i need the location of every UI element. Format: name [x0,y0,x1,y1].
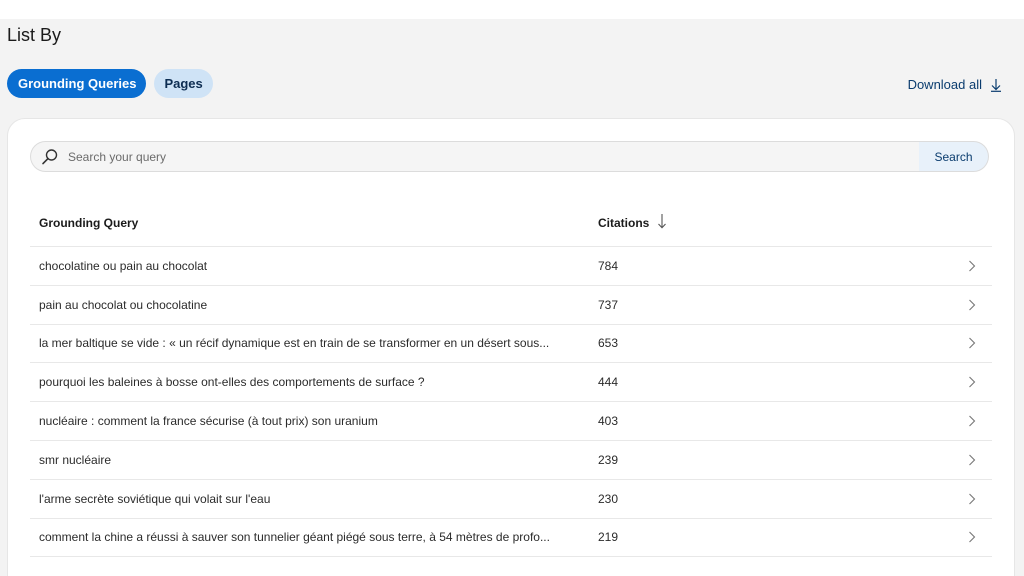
row-citations: 239 [598,452,619,467]
row-query: la mer baltique se vide : « un récif dyn… [39,336,550,351]
table-row[interactable]: pain au chocolat ou chocolatine 737 [30,286,992,325]
chevron-right-icon[interactable] [952,415,992,427]
row-citations: 403 [598,414,619,429]
table-row[interactable]: chocolatine ou pain au chocolat 784 [30,247,992,286]
search-field [30,141,919,172]
queries-table: Grounding Query Citations chocolatine ou… [30,199,992,558]
chevron-right-icon[interactable] [952,493,992,505]
table-header: Grounding Query Citations [30,199,992,247]
row-query: pain au chocolat ou chocolatine [39,297,208,312]
sort-descending-arrow-icon [657,213,667,232]
chevron-right-icon[interactable] [952,260,992,272]
download-arrow-icon [990,78,1002,92]
row-query: l'arme secrète soviétique qui volait sur… [39,491,271,506]
search-button[interactable]: Search [919,141,989,172]
chevron-right-icon[interactable] [952,454,992,466]
search-bar: Search [30,141,989,172]
row-query: chocolatine ou pain au chocolat [39,258,208,273]
row-citations: 784 [598,258,619,273]
column-header-citations[interactable]: Citations [598,213,952,232]
chevron-right-icon[interactable] [952,337,992,349]
search-icon [40,147,60,167]
page-canvas: List By Grounding Queries Pages Download… [0,19,1024,576]
table-row[interactable]: comment la chine a réussi à sauver son t… [30,519,992,558]
table-row[interactable]: la mer baltique se vide : « un récif dyn… [30,325,992,364]
download-all-label: Download all [907,77,982,92]
table-row[interactable]: l'arme secrète soviétique qui volait sur… [30,480,992,519]
results-card: Search Grounding Query Citations cho [7,118,1015,576]
row-citations: 653 [598,336,619,351]
tab-grounding-queries[interactable]: Grounding Queries [7,69,147,98]
row-query: nucléaire : comment la france sécurise (… [39,414,378,429]
column-header-citations-label: Citations [598,215,650,230]
table-row[interactable]: smr nucléaire 239 [30,441,992,480]
column-header-query: Grounding Query [39,215,139,230]
chevron-right-icon[interactable] [952,376,992,388]
row-citations: 737 [598,297,619,312]
row-citations: 219 [598,530,619,545]
section-title: List By [7,25,62,45]
row-query: pourquoi les baleines à bosse ont-elles … [39,375,425,390]
list-by-toggle: Grounding Queries Pages [7,69,213,98]
row-citations: 444 [598,375,619,390]
chevron-right-icon[interactable] [952,531,992,543]
table-row[interactable]: nucléaire : comment la france sécurise (… [30,402,992,441]
row-citations: 230 [598,491,619,506]
download-all-link[interactable]: Download all [908,77,1002,92]
search-input[interactable] [68,149,919,164]
row-query: smr nucléaire [39,452,112,467]
tab-pages[interactable]: Pages [154,69,213,98]
table-row[interactable]: pourquoi les baleines à bosse ont-elles … [30,363,992,403]
chevron-right-icon[interactable] [952,299,992,311]
row-query: comment la chine a réussi à sauver son t… [39,530,550,545]
